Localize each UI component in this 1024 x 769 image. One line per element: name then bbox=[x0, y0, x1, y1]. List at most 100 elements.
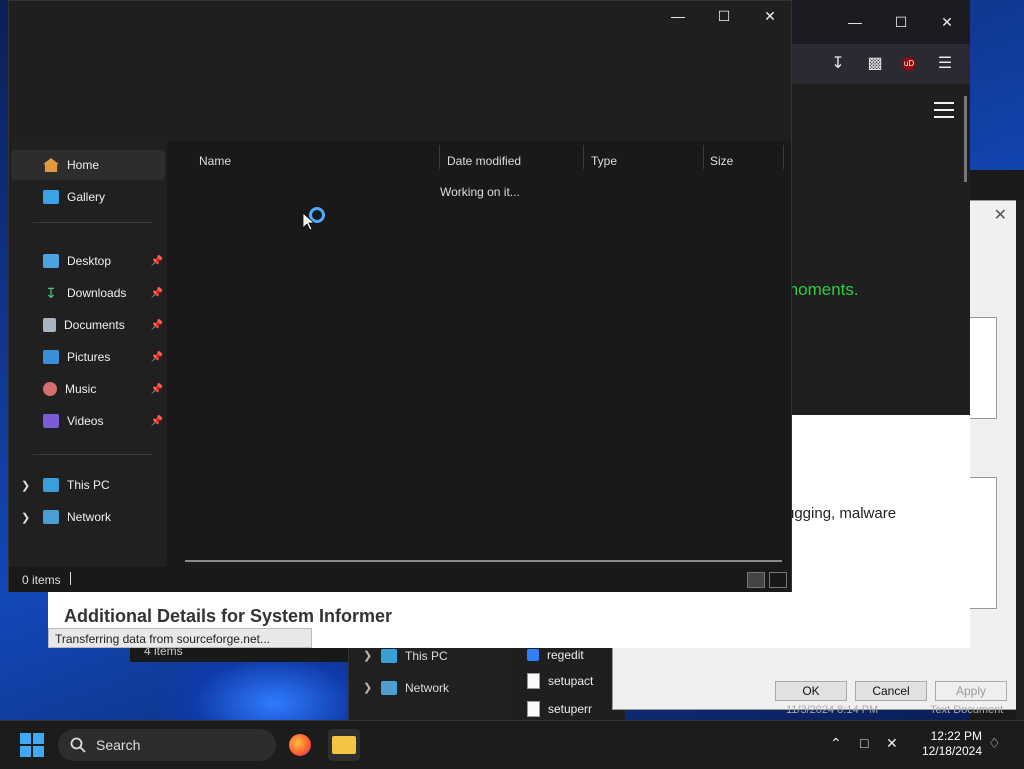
home-icon bbox=[43, 158, 59, 172]
column-divider[interactable] bbox=[583, 145, 584, 169]
nav-divider bbox=[33, 222, 153, 223]
search-placeholder: Search bbox=[96, 737, 141, 753]
taskbar: Search ⌃ □ ✕ 12:22 PM 12/18/2024 ♢ bbox=[0, 720, 1024, 769]
gallery-icon bbox=[43, 190, 59, 204]
network-icon bbox=[381, 681, 397, 695]
browser-toolbar: ↧ ▩ uD ☰ bbox=[792, 44, 970, 84]
sidebar-item-label: Music bbox=[65, 382, 97, 396]
list-item[interactable]: setuperr bbox=[527, 696, 592, 722]
details-view-icon[interactable] bbox=[747, 572, 765, 588]
sidebar-item-network[interactable]: ❯ Network bbox=[11, 502, 165, 532]
close-icon[interactable]: ✕ bbox=[747, 1, 793, 31]
sidebar-item-pictures[interactable]: Pictures 📌 bbox=[11, 342, 165, 372]
sidebar-item-label: Videos bbox=[67, 414, 104, 428]
explorer-titlebar: — ☐ ✕ bbox=[9, 1, 791, 141]
ok-button[interactable]: OK bbox=[775, 681, 847, 701]
ghost-file-date: 11/3/2024 8:14 PM bbox=[786, 704, 879, 716]
sidebar-item-documents[interactable]: Documents 📌 bbox=[11, 310, 165, 340]
explorer-status-bar: 0 items bbox=[9, 567, 791, 592]
browser-scrollbar[interactable] bbox=[964, 96, 967, 182]
sidebar-item-home[interactable]: Home bbox=[11, 150, 165, 180]
text-file-icon bbox=[527, 701, 540, 717]
sidebar-item-label: Network bbox=[67, 510, 112, 524]
list-item[interactable]: setupact bbox=[527, 668, 593, 694]
chevron-right-icon[interactable]: ❯ bbox=[21, 511, 30, 524]
sidebar-item-music[interactable]: Music 📌 bbox=[11, 374, 165, 404]
explorer-nav-pane: Home Gallery Desktop 📌 ↧ Downloads 📌 Doc… bbox=[9, 141, 167, 567]
item-count: 0 items bbox=[22, 573, 61, 587]
loading-message: Working on it... bbox=[440, 185, 520, 199]
download-icon[interactable]: ↧ bbox=[823, 49, 853, 79]
search-icon bbox=[70, 737, 86, 753]
maximize-icon[interactable]: ☐ bbox=[878, 0, 924, 44]
page-menu-icon[interactable] bbox=[934, 102, 954, 118]
sidebar-item-downloads[interactable]: ↧ Downloads 📌 bbox=[11, 278, 165, 308]
tiles-view-icon[interactable] bbox=[769, 572, 787, 588]
clock-date: 12/18/2024 bbox=[921, 744, 982, 758]
column-header-name[interactable]: Name bbox=[199, 147, 231, 175]
column-header-type[interactable]: Type bbox=[591, 147, 617, 175]
desktop-icon bbox=[43, 254, 59, 268]
documents-icon bbox=[43, 318, 56, 332]
network-status-icon[interactable]: □ bbox=[860, 735, 868, 751]
page-green-text: moments. bbox=[784, 280, 859, 299]
horizontal-scrollbar[interactable] bbox=[185, 560, 782, 562]
bg-explorer-window: ❯ This PC ❯ Network regedit setupact set… bbox=[348, 640, 625, 720]
videos-icon bbox=[43, 414, 59, 428]
column-divider[interactable] bbox=[783, 145, 784, 169]
page-body-text: ugging, malware bbox=[786, 505, 897, 522]
text-file-icon bbox=[527, 673, 540, 689]
taskbar-file-explorer[interactable] bbox=[328, 729, 360, 761]
sidebar-item-label: Documents bbox=[64, 318, 125, 332]
pictures-icon bbox=[43, 350, 59, 364]
music-icon bbox=[43, 382, 57, 396]
bg-nav-network[interactable]: ❯ Network bbox=[363, 676, 449, 700]
column-divider[interactable] bbox=[439, 145, 440, 169]
close-icon[interactable]: ✕ bbox=[924, 0, 970, 44]
chevron-right-icon[interactable]: ❯ bbox=[21, 479, 30, 492]
download-icon: ↧ bbox=[45, 284, 57, 301]
bg-nav-network-label: Network bbox=[405, 681, 450, 695]
cancel-button[interactable]: Cancel bbox=[855, 681, 927, 701]
sidebar-item-videos[interactable]: Videos 📌 bbox=[11, 406, 165, 436]
apply-button[interactable]: Apply bbox=[935, 681, 1007, 701]
sidebar-item-label: Desktop bbox=[67, 254, 112, 268]
ghost-file-type: Text Document bbox=[930, 704, 1004, 716]
maximize-icon[interactable]: ☐ bbox=[701, 1, 747, 31]
column-header-size[interactable]: Size bbox=[710, 147, 733, 175]
sidebar-item-gallery[interactable]: Gallery bbox=[11, 182, 165, 212]
pin-icon: 📌 bbox=[150, 415, 163, 427]
system-clock[interactable]: 12:22 PM 12/18/2024 bbox=[912, 729, 982, 759]
sidebar-item-label: This PC bbox=[67, 478, 110, 492]
minimize-icon[interactable]: — bbox=[832, 0, 878, 44]
chevron-up-icon[interactable]: ⌃ bbox=[830, 735, 842, 752]
registry-icon bbox=[527, 649, 539, 661]
column-header-date-modified[interactable]: Date modified bbox=[447, 147, 521, 175]
extensions-icon[interactable]: ▩ bbox=[860, 49, 890, 79]
close-icon[interactable]: ✕ bbox=[994, 205, 1007, 225]
pin-icon: 📌 bbox=[150, 287, 163, 299]
mouse-cursor-icon bbox=[303, 213, 315, 231]
file-name: setuperr bbox=[548, 702, 593, 716]
start-button[interactable] bbox=[20, 733, 44, 757]
pin-icon: 📌 bbox=[150, 383, 163, 395]
minimize-icon[interactable]: — bbox=[655, 1, 701, 31]
ublock-icon[interactable]: uD bbox=[902, 57, 916, 71]
sidebar-item-this-pc[interactable]: ❯ This PC bbox=[11, 470, 165, 500]
taskbar-firefox[interactable] bbox=[284, 729, 316, 761]
explorer-file-pane: Name Date modified Type Size Working on … bbox=[167, 141, 791, 567]
pc-icon bbox=[43, 478, 59, 492]
browser-status-tooltip: Transferring data from sourceforge.net..… bbox=[48, 628, 312, 648]
volume-muted-icon[interactable]: ✕ bbox=[886, 735, 898, 752]
notification-bell-icon[interactable]: ♢ bbox=[988, 735, 1001, 752]
sidebar-item-desktop[interactable]: Desktop 📌 bbox=[11, 246, 165, 276]
sidebar-item-label: Home bbox=[67, 158, 100, 172]
taskbar-search[interactable]: Search bbox=[58, 729, 276, 761]
sidebar-item-label: Pictures bbox=[67, 350, 111, 364]
chevron-right-icon[interactable]: ❯ bbox=[363, 676, 373, 700]
status-divider bbox=[70, 572, 71, 585]
column-divider[interactable] bbox=[703, 145, 704, 169]
menu-icon[interactable]: ☰ bbox=[930, 49, 960, 79]
network-icon bbox=[43, 510, 59, 524]
nav-divider bbox=[33, 454, 153, 455]
